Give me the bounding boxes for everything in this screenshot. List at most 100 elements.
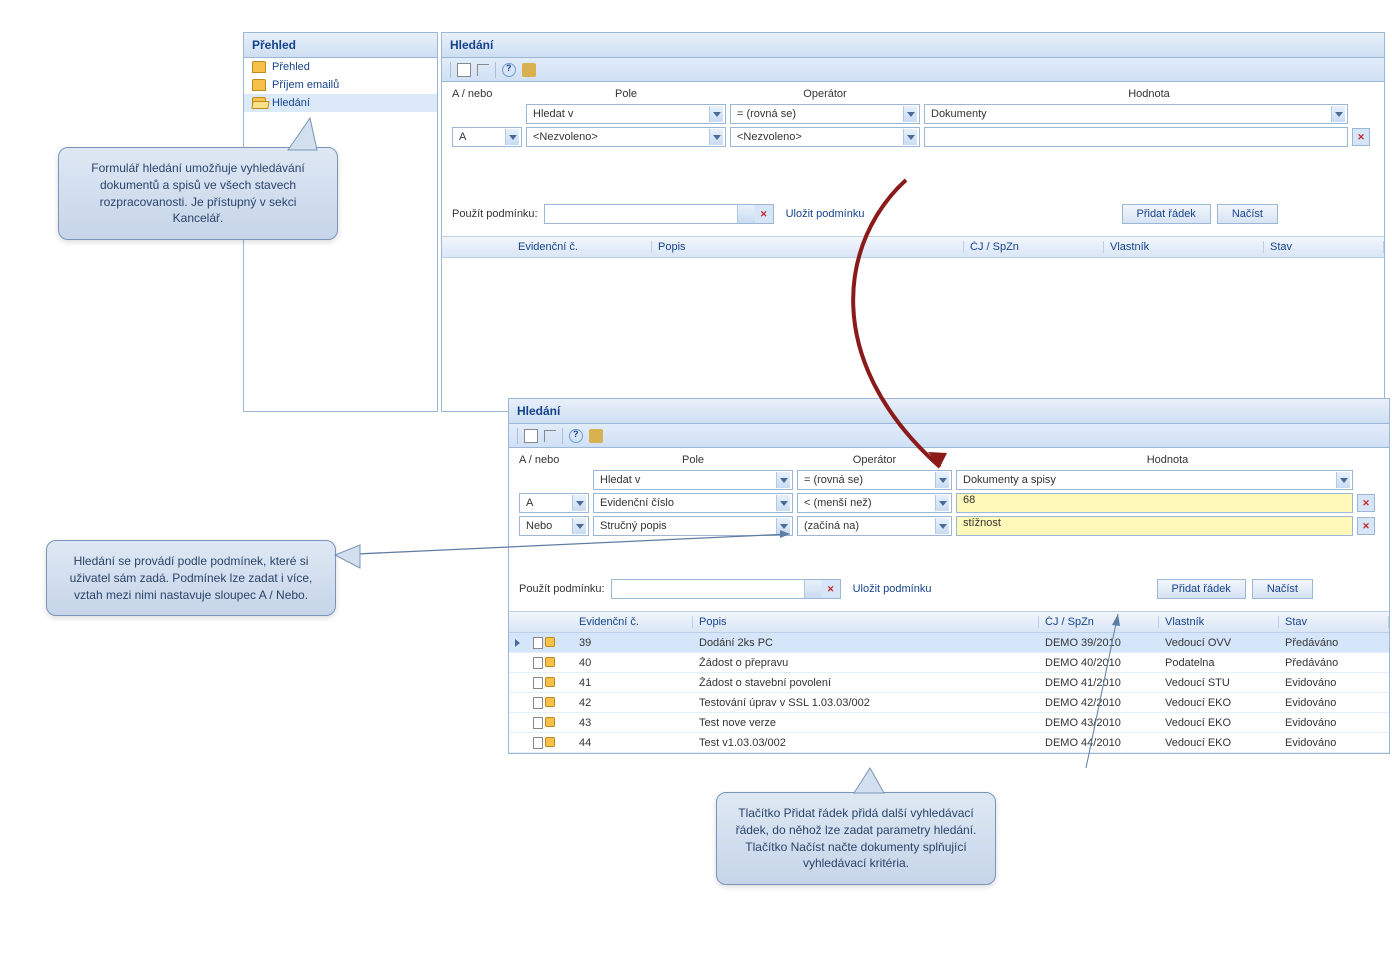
combo-field[interactable]: A bbox=[452, 127, 522, 147]
delete-row-icon[interactable] bbox=[1357, 494, 1375, 512]
help-icon[interactable] bbox=[502, 63, 516, 77]
sidebar-item[interactable]: Příjem emailů bbox=[244, 76, 437, 94]
chevron-down-icon[interactable] bbox=[935, 495, 949, 511]
add-row-button[interactable]: Přidat řádek bbox=[1157, 579, 1246, 599]
chevron-down-icon[interactable] bbox=[505, 129, 519, 145]
value-input[interactable] bbox=[924, 127, 1348, 147]
grid-col-cj[interactable]: ČJ / SpZn bbox=[1039, 616, 1159, 628]
grid-col-stav[interactable]: Stav bbox=[1279, 616, 1389, 628]
combo-field[interactable]: <Nezvoleno> bbox=[730, 127, 920, 147]
combo-field[interactable]: <Nezvoleno> bbox=[526, 127, 726, 147]
use-condition-combo[interactable] bbox=[544, 204, 774, 224]
use-condition-combo[interactable] bbox=[611, 579, 841, 599]
table-row[interactable]: 44Test v1.03.03/002DEMO 44/2010Vedoucí E… bbox=[509, 733, 1389, 753]
edit-icon[interactable] bbox=[522, 63, 536, 77]
cell-stav: Evidováno bbox=[1279, 717, 1389, 729]
col-pole: Pole bbox=[526, 88, 726, 100]
col-anebo: A / nebo bbox=[452, 88, 522, 100]
combo-field[interactable]: Dokumenty a spisy bbox=[956, 470, 1353, 490]
cell-stav: Evidováno bbox=[1279, 677, 1389, 689]
dropdown-icon[interactable] bbox=[804, 580, 822, 598]
chevron-down-icon[interactable] bbox=[709, 129, 723, 145]
chevron-down-icon[interactable] bbox=[935, 472, 949, 488]
cell-vlastnik: Vedoucí EKO bbox=[1159, 717, 1279, 729]
clear-condition-icon[interactable] bbox=[755, 205, 773, 223]
value-input[interactable]: 68 bbox=[956, 493, 1353, 513]
save-condition-link[interactable]: Uložit podmínku bbox=[786, 208, 865, 220]
chevron-down-icon[interactable] bbox=[776, 518, 790, 534]
combo-field[interactable]: Evidenční číslo bbox=[593, 493, 793, 513]
combo-field[interactable]: (začíná na) bbox=[797, 516, 952, 536]
lock-icon bbox=[545, 697, 555, 707]
document-icon bbox=[533, 677, 543, 689]
chevron-down-icon[interactable] bbox=[572, 518, 586, 534]
chevron-down-icon[interactable] bbox=[776, 472, 790, 488]
save-condition-link[interactable]: Uložit podmínku bbox=[853, 583, 932, 595]
table-row[interactable]: 41Žádost o stavební povoleníDEMO 41/2010… bbox=[509, 673, 1389, 693]
table-row[interactable]: 40Žádost o přepravuDEMO 40/2010Podatelna… bbox=[509, 653, 1389, 673]
callout-text: Tlačítko Přidat řádek přidá další vyhled… bbox=[736, 806, 977, 870]
chevron-down-icon[interactable] bbox=[572, 495, 586, 511]
help-icon[interactable] bbox=[569, 429, 583, 443]
chevron-down-icon[interactable] bbox=[903, 129, 917, 145]
search-panel-top: Hledání A / nebo Pole Operátor Hodnota H… bbox=[441, 32, 1385, 412]
combo-field[interactable]: = (rovná se) bbox=[797, 470, 952, 490]
new-icon[interactable] bbox=[457, 63, 471, 77]
condition-area: A / nebo Pole Operátor Hodnota Hledat v=… bbox=[509, 448, 1389, 611]
toolbar-separator bbox=[562, 428, 563, 444]
sidebar-item[interactable]: Hledání bbox=[244, 94, 437, 112]
value-input[interactable]: stížnost bbox=[956, 516, 1353, 536]
combo-field[interactable]: Nebo bbox=[519, 516, 589, 536]
chevron-down-icon[interactable] bbox=[903, 106, 917, 122]
grid-col-vlastnik[interactable]: Vlastník bbox=[1104, 241, 1264, 253]
combo-field[interactable]: Dokumenty bbox=[924, 104, 1348, 124]
combo-field[interactable]: Stručný popis bbox=[593, 516, 793, 536]
chevron-down-icon[interactable] bbox=[1331, 106, 1345, 122]
table-row[interactable]: 42Testování úprav v SSL 1.03.03/002DEMO … bbox=[509, 693, 1389, 713]
table-row[interactable]: 43Test nove verzeDEMO 43/2010Vedoucí EKO… bbox=[509, 713, 1389, 733]
chevron-down-icon[interactable] bbox=[935, 518, 949, 534]
chevron-down-icon[interactable] bbox=[709, 106, 723, 122]
combo-field[interactable]: < (menší než) bbox=[797, 493, 952, 513]
add-row-button[interactable]: Přidat řádek bbox=[1122, 204, 1211, 224]
row-icons bbox=[529, 697, 573, 709]
edit-icon[interactable] bbox=[589, 429, 603, 443]
cell-popis: Test nove verze bbox=[693, 717, 1039, 729]
combo-value: (začíná na) bbox=[804, 520, 859, 532]
grid-col-popis[interactable]: Popis bbox=[693, 616, 1039, 628]
grid-col-stav[interactable]: Stav bbox=[1264, 241, 1384, 253]
delete-row-icon[interactable] bbox=[1352, 128, 1370, 146]
delete-row-icon[interactable] bbox=[1357, 517, 1375, 535]
grid-col-vlastnik[interactable]: Vlastník bbox=[1159, 616, 1279, 628]
combo-field[interactable]: = (rovná se) bbox=[730, 104, 920, 124]
grid-col-cj[interactable]: ČJ / SpZn bbox=[964, 241, 1104, 253]
action-icon[interactable] bbox=[477, 64, 489, 76]
cell-cj: DEMO 44/2010 bbox=[1039, 737, 1159, 749]
chevron-down-icon[interactable] bbox=[1336, 472, 1350, 488]
load-button[interactable]: Načíst bbox=[1217, 204, 1278, 224]
combo-value: Dokumenty a spisy bbox=[963, 474, 1056, 486]
cell-evc: 40 bbox=[573, 657, 693, 669]
grid-col-evc[interactable]: Evidenční č. bbox=[573, 616, 693, 628]
cell-cj: DEMO 43/2010 bbox=[1039, 717, 1159, 729]
combo-field[interactable]: Hledat v bbox=[593, 470, 793, 490]
sidebar-item[interactable]: Přehled bbox=[244, 58, 437, 76]
combo-field[interactable]: Hledat v bbox=[526, 104, 726, 124]
row-icons bbox=[529, 717, 573, 729]
sidebar-title: Přehled bbox=[244, 33, 437, 58]
cell-popis: Test v1.03.03/002 bbox=[693, 737, 1039, 749]
results-grid: Evidenční č. Popis ČJ / SpZn Vlastník St… bbox=[509, 611, 1389, 753]
chevron-down-icon[interactable] bbox=[776, 495, 790, 511]
combo-value: A bbox=[526, 497, 533, 509]
combo-field[interactable]: A bbox=[519, 493, 589, 513]
cell-evc: 42 bbox=[573, 697, 693, 709]
load-button[interactable]: Načíst bbox=[1252, 579, 1313, 599]
action-icon[interactable] bbox=[544, 430, 556, 442]
dropdown-icon[interactable] bbox=[737, 205, 755, 223]
new-icon[interactable] bbox=[524, 429, 538, 443]
grid-col-popis[interactable]: Popis bbox=[652, 241, 964, 253]
grid-col-evc[interactable]: Evidenční č. bbox=[512, 241, 652, 253]
clear-condition-icon[interactable] bbox=[822, 580, 840, 598]
document-icon bbox=[533, 657, 543, 669]
table-row[interactable]: 39Dodání 2ks PCDEMO 39/2010Vedoucí OVVPř… bbox=[509, 633, 1389, 653]
